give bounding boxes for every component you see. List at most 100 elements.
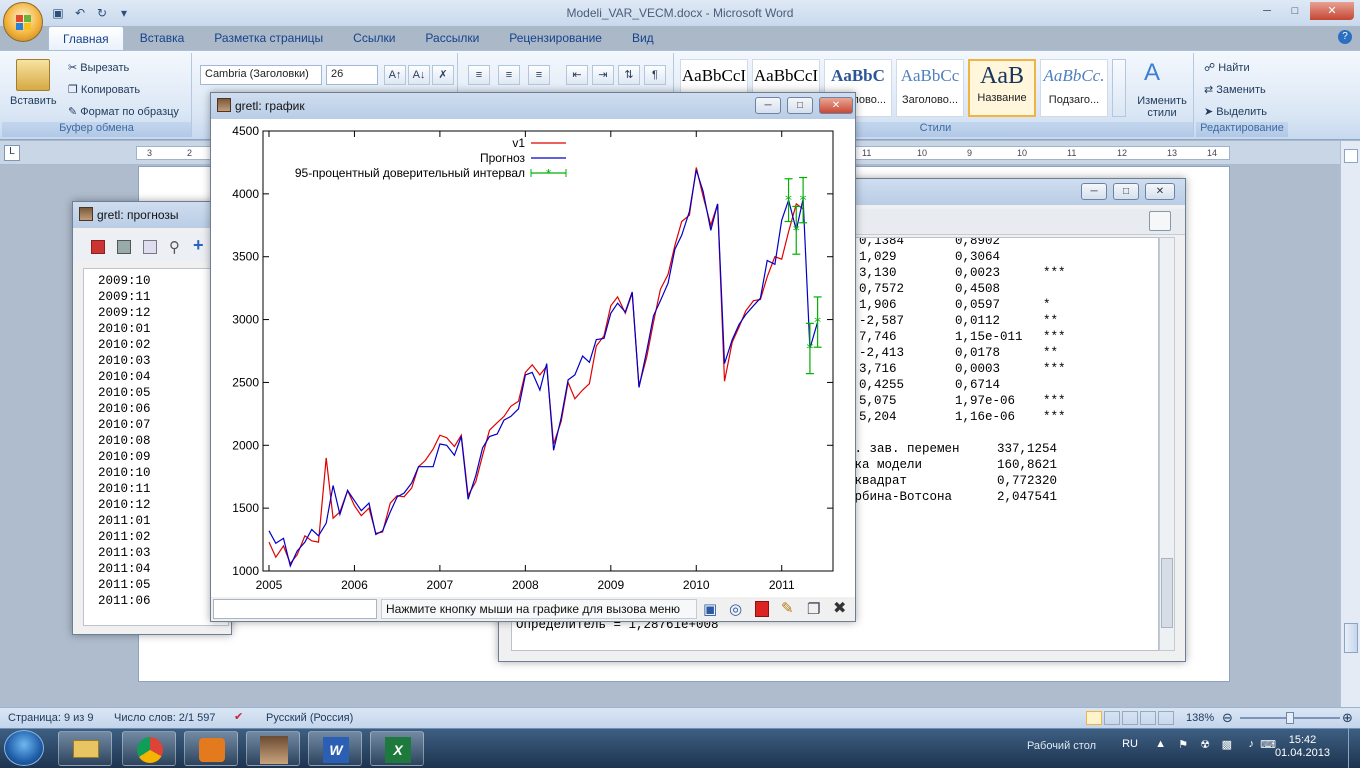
graph-minimize-button[interactable]: ─ [755,97,781,114]
shrink-font-button[interactable]: A↓ [408,65,430,85]
keyboard-icon[interactable]: ⌨ [1260,738,1276,751]
forecast-date-row: 2010:09 [98,450,151,464]
zoom-icon[interactable]: ▣ [703,600,717,618]
clock[interactable]: 15:42 01.04.2013 [1275,734,1330,760]
windows-icon[interactable]: ❐ [807,600,820,618]
minimize-button[interactable]: ─ [1254,2,1280,20]
graph-close-button[interactable]: ✕ [819,97,853,114]
clear-format-button[interactable]: ✗ [432,65,454,85]
print-icon[interactable] [117,240,131,254]
plot-area[interactable]: 1000 1500 2000 2500 3000 3500 4000 4500 2005 2006… [211,119,855,597]
save-icon[interactable] [91,240,105,254]
outline-button[interactable] [1140,711,1156,725]
increase-indent-button[interactable]: ⇥ [592,65,614,85]
page-count[interactable]: Страница: 9 из 9 [8,712,94,724]
taskbar-gretl[interactable] [246,731,300,766]
output-close-button[interactable]: ✕ [1145,183,1175,200]
spellcheck-icon[interactable]: ✔ [234,710,243,723]
taskbar-media-player[interactable] [184,731,238,766]
output-scrollbar[interactable] [1159,237,1175,651]
taskbar-chrome[interactable] [122,731,176,766]
output-maximize-button[interactable]: □ [1113,183,1139,200]
tab-references[interactable]: Ссылки [339,26,409,50]
zoom-level[interactable]: 138% [1186,712,1214,724]
tab-home[interactable]: Главная [48,26,124,50]
language-bar[interactable]: RU [1122,738,1138,750]
bullets-button[interactable]: ≡ [468,65,490,85]
close-icon[interactable]: ✖ [833,598,846,618]
tab-insert[interactable]: Вставка [126,26,199,50]
format-painter-button[interactable]: ✎ Формат по образцу [68,105,179,118]
crosshair-icon[interactable]: ◎ [729,600,742,618]
zoom-out-icon[interactable]: ⊖ [1222,710,1233,726]
style-subtitle[interactable]: AaBbCc. Подзаго... [1040,59,1108,117]
copy-icon[interactable] [143,240,157,254]
change-styles-button[interactable]: Изменить стили [1132,95,1192,119]
office-button[interactable] [3,2,43,42]
brush-icon: ✎ [68,106,81,118]
paste-icon[interactable] [16,59,50,91]
stat-value: 0,772320 [997,474,1058,488]
font-size-combo[interactable]: 26 [326,65,378,85]
multilevel-list-button[interactable]: ≡ [528,65,550,85]
tray-arrow-icon[interactable]: ▲ [1155,738,1166,750]
taskbar-excel[interactable]: X [370,731,424,766]
tab-review[interactable]: Рецензирование [495,26,616,50]
output-toolbar-window-icon[interactable] [1149,211,1171,231]
grow-font-button[interactable]: A↑ [384,65,406,85]
word-count[interactable]: Число слов: 2/1 597 [114,712,216,724]
graph-maximize-button[interactable]: □ [787,97,813,114]
start-button[interactable] [4,730,44,766]
print-layout-button[interactable] [1086,711,1102,725]
find-button[interactable]: ☍ Найти [1204,61,1250,74]
help-icon[interactable]: ? [1338,30,1352,44]
forecast-chart[interactable]: 1000 1500 2000 2500 3000 3500 4000 4500 2005 2006… [211,119,855,597]
tab-selector[interactable]: L [4,145,20,161]
cut-button[interactable]: ✂ Вырезать [68,61,129,74]
output-minimize-button[interactable]: ─ [1081,183,1107,200]
paste-button[interactable]: Вставить [10,95,57,107]
output-scroll-thumb[interactable] [1161,558,1173,628]
close-button[interactable]: ✕ [1310,2,1354,20]
show-marks-button[interactable]: ¶ [644,65,666,85]
show-desktop-button[interactable] [1348,728,1360,768]
plus-icon[interactable]: + [193,235,204,256]
scroll-thumb[interactable] [1344,623,1358,653]
zoom-slider-thumb[interactable] [1286,712,1294,724]
style-title[interactable]: AaB Название [968,59,1036,117]
full-screen-button[interactable] [1104,711,1120,725]
replace-button[interactable]: ⇄ Заменить [1204,83,1266,96]
maximize-button[interactable]: □ [1282,2,1308,20]
ruler-toggle-icon[interactable] [1344,149,1358,163]
flag-icon[interactable]: ⚑ [1178,738,1188,751]
styles-scroll[interactable] [1112,59,1126,117]
forecast-date-list[interactable]: 2009:10 2009:11 2009:12 2010:01 2010:02 2010:… [83,268,229,626]
web-layout-button[interactable] [1122,711,1138,725]
tab-mailings[interactable]: Рассылки [411,26,493,50]
font-name-combo[interactable]: Cambria (Заголовки) [200,65,322,85]
numbering-button[interactable]: ≡ [498,65,520,85]
antivirus-icon[interactable]: ☢ [1200,738,1210,751]
tab-page-layout[interactable]: Разметка страницы [200,26,337,50]
tab-view[interactable]: Вид [618,26,668,50]
network-icon[interactable]: ▩ [1222,738,1232,751]
sort-button[interactable]: ⇅ [618,65,640,85]
pdf-icon[interactable] [755,601,769,617]
volume-icon[interactable]: ♪ [1249,738,1255,750]
taskbar-explorer[interactable] [58,731,112,766]
decrease-indent-button[interactable]: ⇤ [566,65,588,85]
draft-button[interactable] [1158,711,1174,725]
select-button[interactable]: ➤ Выделить [1204,105,1267,118]
desktop-label[interactable]: Рабочий стол [1027,740,1096,752]
stat-value: 2,047541 [997,490,1058,504]
x-tick-label: 2006 [341,578,368,592]
language-indicator[interactable]: Русский (Россия) [266,712,353,724]
copy-button[interactable]: ❐ Копировать [68,83,140,96]
taskbar-word[interactable]: W [308,731,362,766]
style-heading-2[interactable]: AaBbCc Заголово... [896,59,964,117]
zoom-in-icon[interactable]: ⊕ [1342,710,1353,726]
vertical-scrollbar[interactable] [1340,141,1360,707]
search-icon[interactable]: ⚲ [169,238,180,256]
gretl-icon [79,207,93,221]
edit-icon[interactable]: ✎ [781,599,794,617]
